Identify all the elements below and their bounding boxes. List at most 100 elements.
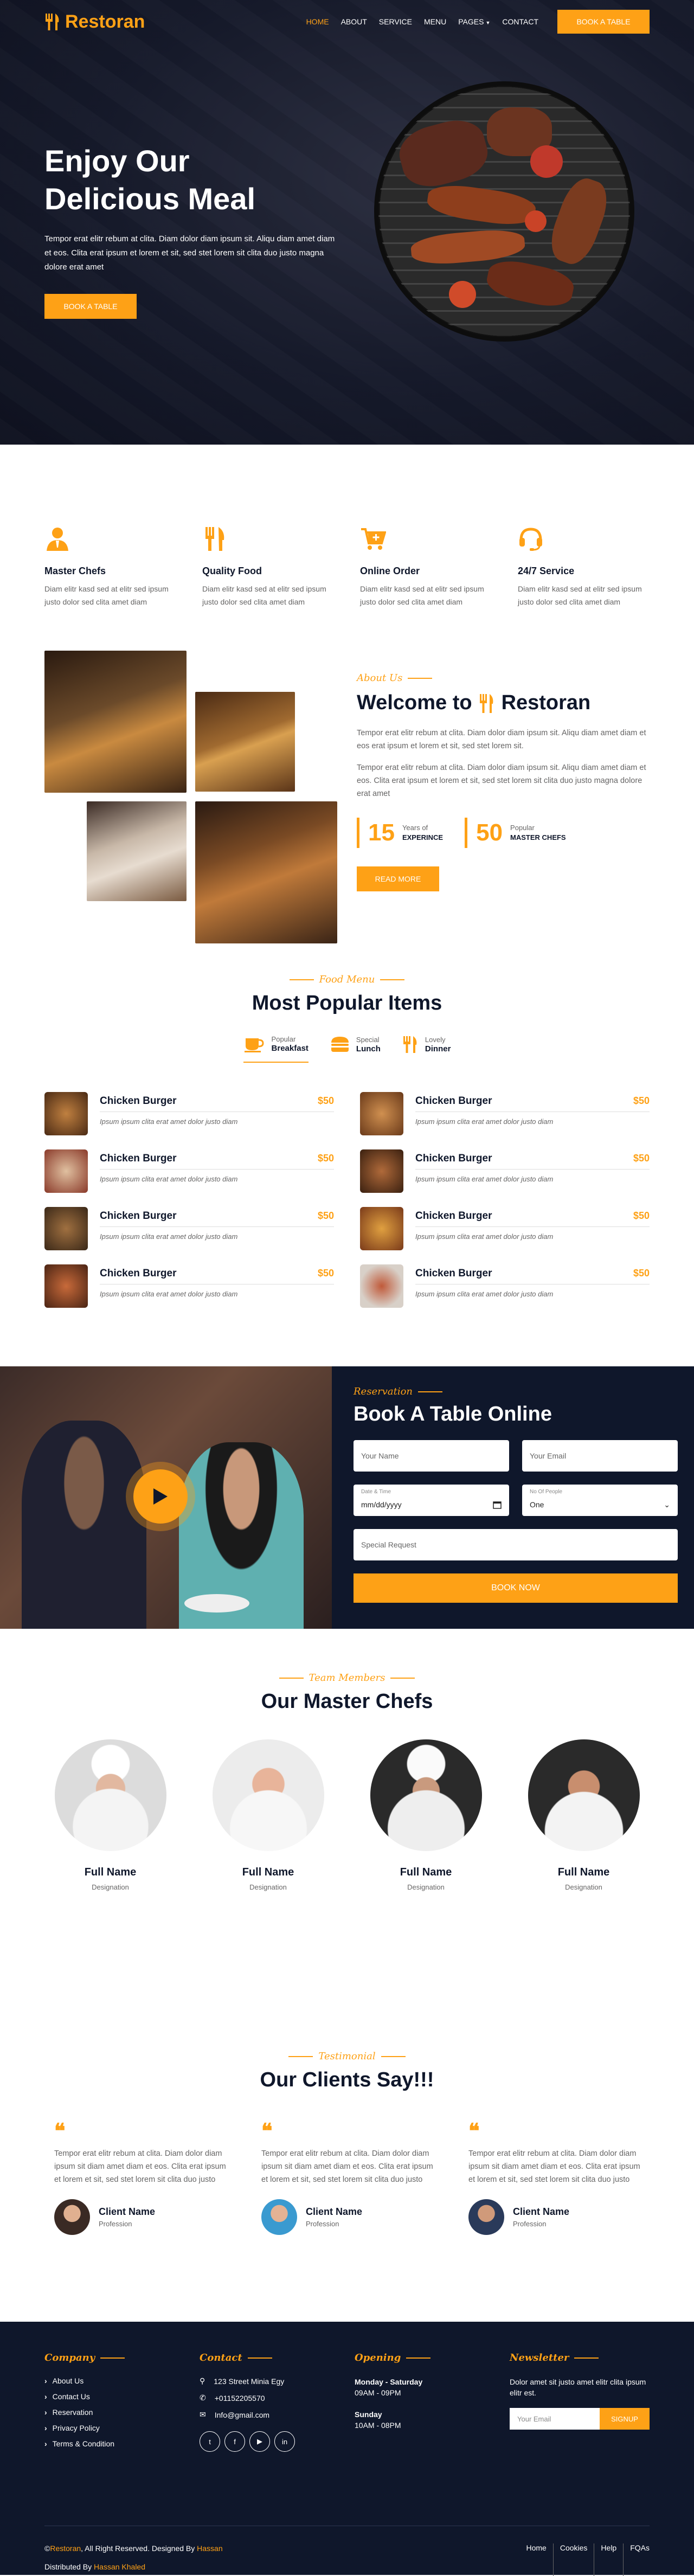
nav-about[interactable]: ABOUT [335, 17, 373, 26]
name-input[interactable]: Your Name [354, 1440, 509, 1472]
newsletter-email-input[interactable]: Your Email [510, 2408, 600, 2430]
play-button[interactable] [133, 1469, 188, 1524]
footer-phone: ✆ +01152205570 [200, 2393, 329, 2402]
navbar: Restoran HOME ABOUT SERVICE MENU PAGES ▼ … [0, 0, 694, 43]
client-name: Client Name [99, 2206, 156, 2217]
menu-item-name: Chicken Burger [415, 1268, 492, 1279]
service-card: Quality Food Diam elitr kasd sed at elit… [202, 526, 334, 608]
tab-breakfast[interactable]: Popular Breakfast [243, 1035, 309, 1063]
menu-tabs: Popular Breakfast Special Lunch Lovely Dinn… [0, 1035, 694, 1063]
testimonial-title: Our Clients Say!!! [260, 2068, 434, 2091]
footer-menu-faqs[interactable]: FQAs [624, 2543, 650, 2576]
menu-item-name: Chicken Burger [415, 1210, 492, 1222]
service-text: Diam elitr kasd sed at elitr sed ipsum j… [518, 584, 642, 606]
email-input[interactable]: Your Email [522, 1440, 678, 1472]
linkedin-icon[interactable]: in [274, 2431, 295, 2452]
nav-pages[interactable]: PAGES ▼ [452, 17, 496, 26]
about-image-restaurant [44, 651, 187, 793]
youtube-icon[interactable]: ▶ [249, 2431, 270, 2452]
special-request-textarea[interactable]: Special Request [354, 1529, 678, 1560]
menu-item-name: Chicken Burger [100, 1153, 177, 1164]
footer-link-terms[interactable]: Terms & Condition [44, 2439, 174, 2448]
testimonial-card: ❝ Tempor erat elitr rebum at clita. Diam… [261, 2121, 442, 2235]
footer-link-about[interactable]: About Us [44, 2376, 174, 2385]
avatar [54, 2199, 90, 2235]
menu-item[interactable]: Chicken Burger $50 Ipsum ipsum clita erat … [44, 1207, 334, 1250]
menu-item-price: $50 [633, 1268, 650, 1279]
chef-photo [370, 1739, 482, 1851]
menu-section: Food Menu Most Popular Items Popular Brea… [0, 971, 694, 1366]
copy-prefix: © [44, 2544, 50, 2553]
distributed-text: Distributed By [44, 2562, 94, 2571]
designer-link[interactable]: Hassan [197, 2544, 222, 2553]
chef-name: Full Name [84, 1866, 137, 1878]
tab-lunch[interactable]: Special Lunch [330, 1035, 381, 1063]
menu-item-price: $50 [317, 1210, 334, 1221]
menu-item-price: $50 [633, 1095, 650, 1106]
client: Client Name Profession [261, 2199, 442, 2235]
footer-menu-cookies[interactable]: Cookies [554, 2543, 595, 2576]
copy-brand-link[interactable]: Restoran [50, 2544, 81, 2553]
people-label: No Of People [530, 1489, 563, 1495]
distributor-link[interactable]: Hassan Khaled [94, 2562, 145, 2571]
newsletter-text: Dolor amet sit justo amet elitr clita ip… [510, 2378, 646, 2397]
reservation-form: Reservation Book A Table Online Your Nam… [332, 1366, 694, 1629]
footer-link-privacy[interactable]: Privacy Policy [44, 2424, 174, 2432]
people-select[interactable]: No Of People One ⌄ [522, 1485, 678, 1516]
menu-item-price: $50 [317, 1095, 334, 1106]
nav-menu[interactable]: MENU [418, 17, 452, 26]
stat-label: Years of EXPERINCE [402, 823, 443, 843]
menu-item[interactable]: Chicken Burger $50 Ipsum ipsum clita erat … [44, 1149, 334, 1193]
newsletter-form: Your Email SIGNUP [510, 2408, 650, 2430]
caret-down-icon: ▼ [485, 20, 491, 25]
menu-item-name: Chicken Burger [100, 1268, 177, 1279]
about-paragraph-2: Tempor erat elitr rebum at clita. Diam d… [357, 763, 646, 798]
signup-button[interactable]: SIGNUP [600, 2408, 650, 2430]
menu-item-image [44, 1092, 88, 1135]
twitter-icon[interactable]: t [200, 2431, 220, 2452]
footer-contact-title: Contact [200, 2352, 329, 2363]
opening-days-2: Sunday [355, 2410, 382, 2419]
footer-menu-help[interactable]: Help [594, 2543, 624, 2576]
opening-hours-2: 10AM - 08PM [355, 2421, 401, 2430]
menu-item[interactable]: Chicken Burger $50 Ipsum ipsum clita erat … [360, 1264, 650, 1308]
nav-service[interactable]: SERVICE [373, 17, 418, 26]
hero-title: Enjoy Our Delicious Meal [44, 142, 337, 218]
datetime-input[interactable]: Date & Time mm/dd/yyyy [354, 1485, 509, 1516]
tab-big: Breakfast [271, 1044, 309, 1053]
testimonial-text: Tempor erat elitr rebum at clita. Diam d… [261, 2149, 433, 2184]
nav-book-button[interactable]: BOOK A TABLE [557, 10, 650, 34]
footer-link-contact[interactable]: Contact Us [44, 2392, 174, 2401]
brand-logo[interactable]: Restoran [44, 11, 145, 33]
facebook-icon[interactable]: f [224, 2431, 245, 2452]
email-text: Info@gmail.com [214, 2410, 270, 2419]
utensils-icon [205, 527, 224, 551]
hero-book-button[interactable]: BOOK A TABLE [44, 294, 137, 319]
menu-item-name: Chicken Burger [415, 1153, 492, 1164]
nav-contact[interactable]: CONTACT [496, 17, 544, 26]
team-eyebrow: Team Members [279, 1672, 415, 1684]
nav-home[interactable]: HOME [300, 17, 335, 26]
menu-item[interactable]: Chicken Burger $50 Ipsum ipsum clita erat … [360, 1207, 650, 1250]
user-tie-icon [47, 528, 68, 551]
footer-link-reservation[interactable]: Reservation [44, 2408, 174, 2417]
footer-company: Company About Us Contact Us Reservation … [44, 2352, 174, 2455]
hero-title-line1: Enjoy Our [44, 144, 190, 178]
menu-item-desc: Ipsum ipsum clita erat amet dolor justo … [415, 1175, 554, 1183]
address-text: 123 Street Minia Egy [214, 2376, 285, 2386]
footer-opening: Opening Monday - Saturday 09AM - 09PM Su… [355, 2352, 484, 2455]
menu-item[interactable]: Chicken Burger $50 Ipsum ipsum clita erat … [44, 1092, 334, 1135]
menu-item[interactable]: Chicken Burger $50 Ipsum ipsum clita erat … [44, 1264, 334, 1308]
footer-email: ✉ Info@gmail.com [200, 2410, 329, 2419]
menu-item[interactable]: Chicken Burger $50 Ipsum ipsum clita erat … [360, 1092, 650, 1135]
hero-section: Restoran HOME ABOUT SERVICE MENU PAGES ▼ … [0, 0, 694, 445]
tab-dinner[interactable]: Lovely Dinner [402, 1035, 451, 1063]
footer-menu-home[interactable]: Home [519, 2543, 554, 2576]
menu-item-desc: Ipsum ipsum clita erat amet dolor justo … [100, 1290, 238, 1298]
footer-contact: Contact ⚲ 123 Street Minia Egy ✆ +01152205… [200, 2352, 329, 2455]
menu-item[interactable]: Chicken Burger $50 Ipsum ipsum clita erat … [360, 1149, 650, 1193]
book-now-button[interactable]: BOOK NOW [354, 1573, 678, 1603]
tab-small: Special [356, 1036, 380, 1044]
menu-items: Chicken Burger $50 Ipsum ipsum clita erat … [0, 1092, 694, 1308]
read-more-button[interactable]: READ MORE [357, 866, 439, 891]
